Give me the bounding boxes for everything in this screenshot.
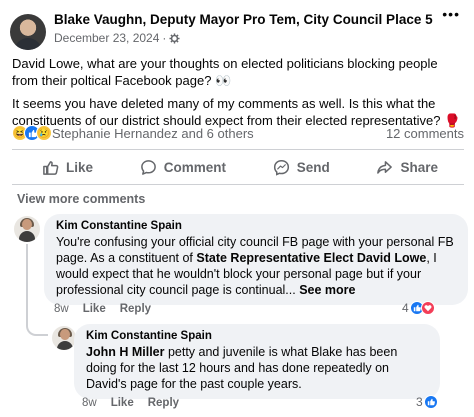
comment-meta: 8w Like Reply: [54, 303, 151, 315]
post-meta: December 23, 2024 ·: [54, 31, 180, 45]
see-more-link[interactable]: See more: [299, 283, 355, 297]
reaction-names[interactable]: Stephanie Hernandez and 6 others: [52, 126, 254, 141]
divider: [12, 184, 464, 185]
comment-button[interactable]: Comment: [140, 154, 226, 180]
reply-bubble: Kim Constantine Spain John H Miller pett…: [74, 324, 440, 399]
gear-icon: [169, 32, 180, 44]
comment-like-button[interactable]: Like: [83, 303, 106, 315]
share-label: Share: [400, 159, 438, 175]
commenter-avatar[interactable]: [14, 216, 40, 242]
comment-reactions[interactable]: 4: [402, 301, 435, 315]
comment-reaction-count: 4: [402, 301, 409, 315]
reply-age[interactable]: 8w: [82, 397, 97, 409]
meta-separator: ·: [162, 31, 167, 45]
reactions-summary: 😆 😢 Stephanie Hernandez and 6 others 12 …: [12, 125, 464, 143]
like-reaction-icon: [423, 395, 438, 409]
post-author-name[interactable]: Blake Vaughn, Deputy Mayor Pro Tem, City…: [54, 12, 433, 27]
reply-text: John H Miller petty and juvenile is what…: [86, 345, 398, 391]
comment-label: Comment: [163, 159, 226, 175]
view-more-comments-link[interactable]: View more comments: [17, 192, 145, 206]
post-paragraph-2: It seems you have deleted many of my com…: [12, 96, 461, 128]
reply-reply-button[interactable]: Reply: [148, 397, 179, 409]
post-action-bar: Like Comment Send Share: [12, 154, 464, 180]
share-icon: [377, 160, 393, 174]
comment-count[interactable]: 12 comments: [386, 126, 464, 141]
comment-author[interactable]: Kim Constantine Spain: [56, 220, 456, 232]
mentioned-name[interactable]: State Representative Elect David Lowe: [196, 251, 426, 265]
comment-icon: [140, 159, 156, 175]
share-button[interactable]: Share: [376, 154, 438, 180]
like-button[interactable]: Like: [42, 154, 93, 180]
reply-author-avatar[interactable]: [52, 326, 76, 350]
divider: [12, 149, 464, 150]
comment-text: You're confusing your official city coun…: [56, 235, 454, 297]
reply-meta: 8w Like Reply: [82, 397, 179, 409]
reply-like-button[interactable]: Like: [111, 397, 134, 409]
messenger-icon: [273, 159, 289, 176]
comment-age[interactable]: 8w: [54, 303, 69, 315]
post-header: Blake Vaughn, Deputy Mayor Pro Tem, City…: [10, 9, 470, 50]
thumbs-up-icon: [43, 160, 59, 175]
love-reaction-icon: [420, 301, 435, 315]
reply-reactions[interactable]: 3: [416, 395, 438, 409]
post-paragraph-1: David Lowe, what are your thoughts on el…: [12, 56, 438, 88]
like-label: Like: [66, 159, 94, 175]
send-button[interactable]: Send: [273, 154, 330, 180]
comment-bubble: Kim Constantine Spain You're confusing y…: [44, 214, 468, 305]
post-date[interactable]: December 23, 2024: [54, 31, 159, 45]
post-options-button[interactable]: •••: [442, 6, 460, 22]
comment-reply-button[interactable]: Reply: [120, 303, 151, 315]
mentioned-name[interactable]: John H Miller: [86, 345, 164, 359]
post-body: David Lowe, what are your thoughts on el…: [12, 55, 464, 135]
reply-author[interactable]: Kim Constantine Spain: [86, 330, 428, 342]
author-avatar[interactable]: [10, 14, 46, 50]
send-label: Send: [296, 159, 330, 175]
reply-reaction-count: 3: [416, 395, 423, 409]
sad-reaction-icon: 😢: [36, 125, 52, 141]
reaction-icons[interactable]: 😆 😢: [12, 125, 52, 141]
